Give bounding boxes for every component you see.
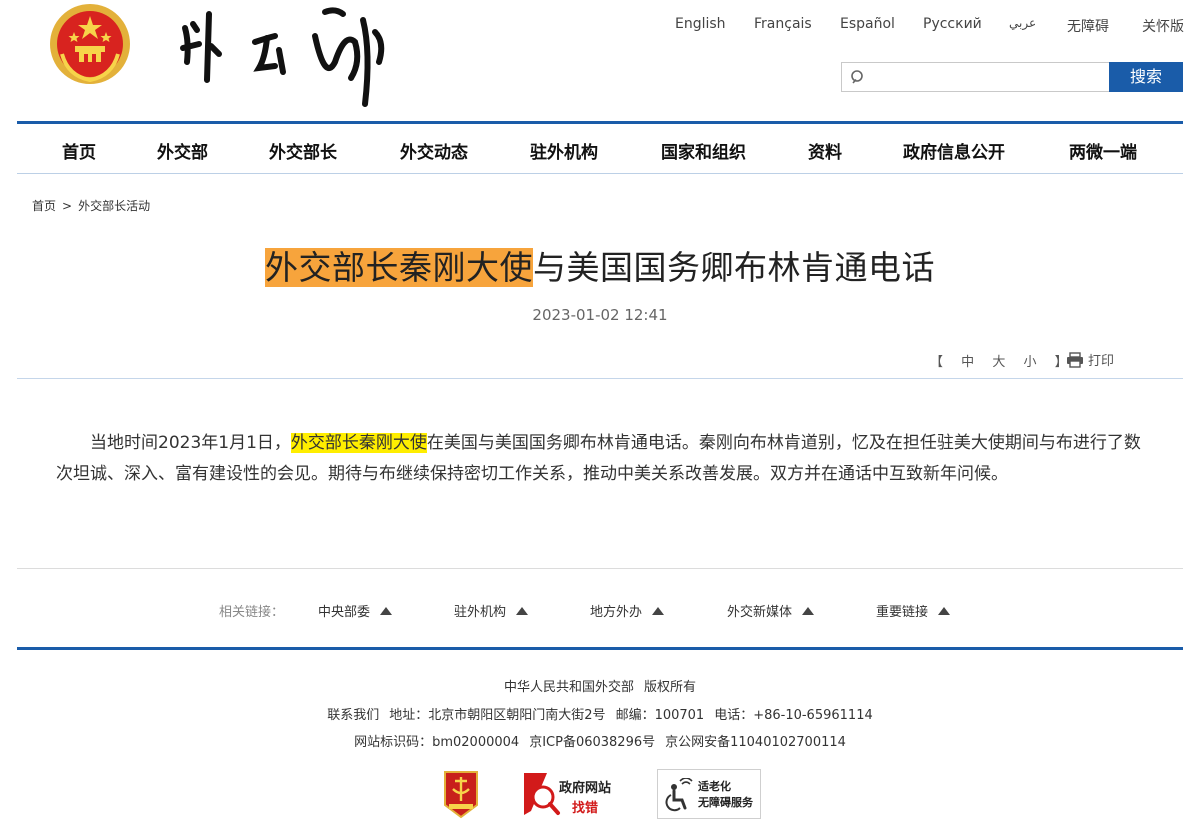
related-new-media-dropdown[interactable]: 外交新媒体 (727, 601, 815, 620)
gov-website-report-error-badge[interactable]: 政府网站 找错 (521, 771, 621, 819)
footer-rights: 版权所有 (644, 680, 697, 695)
elder-badge-subtitle: 无障碍服务 (698, 796, 753, 809)
footer-phone: 电话：+86-10-65961114 (714, 708, 873, 723)
font-size-tools: 【 中 大 小 】 (930, 351, 1082, 370)
national-emblem-icon (48, 2, 132, 86)
footer-address: 地址：北京市朝阳区朝阳门南大街2号 (389, 708, 606, 723)
related-divider (17, 568, 1183, 569)
elder-badge-title: 适老化 (698, 780, 731, 793)
title-text: 与美国国务卿布林肯通电话 (533, 248, 935, 287)
elderly-accessibility-badge[interactable]: 适老化 无障碍服务 (657, 769, 761, 819)
font-size-medium-button[interactable]: 中 (961, 351, 974, 370)
breadcrumb-current-link[interactable]: 外交部长活动 (78, 197, 150, 214)
footer-icp-link[interactable]: 京ICP备06038296号 (529, 735, 655, 750)
related-central-ministries-dropdown[interactable]: 中央部委 (318, 601, 393, 620)
breadcrumb: 首页 > 外交部长活动 (32, 197, 150, 214)
ministry-calligraphy-logo (175, 2, 395, 110)
lang-russian-link[interactable]: Русский (923, 16, 982, 32)
elderly-care-link[interactable]: 关怀版 (1142, 16, 1184, 36)
article-body: 当地时间2023年1月1日，外交部长秦刚大使在美国与美国国务卿布林肯通电话。秦刚… (56, 428, 1148, 490)
gov-badge-action: 找错 (572, 801, 599, 816)
related-item-label: 中央部委 (318, 605, 371, 620)
related-item-label: 外交新媒体 (727, 605, 793, 620)
magnifier-report-icon (524, 773, 560, 815)
footer-site-id: 网站标识码：bm02000004 (354, 735, 520, 750)
footer-copyright: 中华人民共和国外交部 版权所有 (0, 676, 1200, 695)
caret-up-icon (516, 607, 529, 615)
printer-icon (1067, 352, 1083, 368)
title-divider (17, 378, 1183, 379)
nav-minister[interactable]: 外交部长 (269, 138, 337, 163)
lang-arabic-link[interactable]: عربي (1009, 16, 1036, 30)
search-button[interactable]: 搜索 (1109, 62, 1183, 92)
language-bar: English Français Español Русский عربي 无障… (660, 16, 1186, 36)
party-gov-badge-icon (444, 771, 478, 819)
title-highlight: 外交部长秦刚大使 (265, 248, 533, 287)
breadcrumb-home-link[interactable]: 首页 (32, 197, 56, 214)
body-highlight: 外交部长秦刚大使 (290, 433, 427, 453)
bracket-open: 【 (930, 355, 944, 370)
search-box (841, 62, 1110, 92)
search-input[interactable] (872, 65, 1102, 89)
nav-social-media[interactable]: 两微一端 (1069, 138, 1137, 163)
print-button[interactable]: 打印 (1066, 350, 1114, 369)
related-links-label: 相关链接： (219, 605, 285, 620)
print-label: 打印 (1088, 354, 1115, 369)
main-nav: 首页 外交部 外交部长 外交动态 驻外机构 国家和组织 资料 政府信息公开 两微… (17, 121, 1183, 174)
lang-french-link[interactable]: Français (754, 16, 812, 32)
caret-up-icon (938, 607, 951, 615)
nav-countries-organizations[interactable]: 国家和组织 (661, 138, 746, 163)
caret-up-icon (380, 607, 393, 615)
search-icon (851, 70, 863, 84)
related-item-label: 驻外机构 (454, 605, 507, 620)
lang-english-link[interactable]: English (675, 16, 726, 32)
related-item-label: 地方外办 (590, 605, 643, 620)
breadcrumb-separator: > (62, 199, 73, 213)
related-local-fao-dropdown[interactable]: 地方外办 (590, 601, 665, 620)
body-text-start: 当地时间2023年1月1日， (90, 433, 291, 453)
related-important-links-dropdown[interactable]: 重要链接 (876, 601, 951, 620)
footer-org: 中华人民共和国外交部 (503, 680, 634, 695)
footer-divider (17, 647, 1183, 650)
contact-us-link[interactable]: 联系我们 (327, 708, 379, 723)
font-size-large-button[interactable]: 大 (992, 351, 1005, 370)
nav-ministry[interactable]: 外交部 (157, 138, 208, 163)
footer-contact: 联系我们 地址：北京市朝阳区朝阳门南大街2号 邮编：100701 电话：+86-10-… (0, 704, 1200, 723)
footer-police-link[interactable]: 京公网安备11040102700114 (665, 735, 846, 750)
footer-postcode: 邮编：100701 (615, 708, 705, 723)
nav-gov-info-disclosure[interactable]: 政府信息公开 (903, 138, 1005, 163)
nav-missions-abroad[interactable]: 驻外机构 (530, 138, 598, 163)
nav-resources[interactable]: 资料 (808, 138, 842, 163)
caret-up-icon (652, 607, 665, 615)
footer-registration: 网站标识码：bm02000004 京ICP备06038296号 京公网安备11040… (0, 731, 1200, 750)
party-gov-agency-badge[interactable] (441, 769, 481, 819)
wheelchair-accessibility-icon (665, 778, 693, 812)
related-item-label: 重要链接 (876, 605, 929, 620)
article-title: 外交部长秦刚大使与美国国务卿布林肯通电话 (0, 241, 1200, 289)
caret-up-icon (802, 607, 815, 615)
gov-badge-title: 政府网站 (559, 781, 612, 796)
font-size-small-button[interactable]: 小 (1023, 351, 1036, 370)
nav-home[interactable]: 首页 (62, 138, 96, 163)
accessibility-link[interactable]: 无障碍 (1067, 16, 1109, 36)
lang-spanish-link[interactable]: Español (840, 16, 895, 32)
publish-date: 2023-01-02 12:41 (532, 306, 668, 324)
nav-diplomatic-news[interactable]: 外交动态 (400, 138, 468, 163)
related-missions-dropdown[interactable]: 驻外机构 (454, 601, 529, 620)
